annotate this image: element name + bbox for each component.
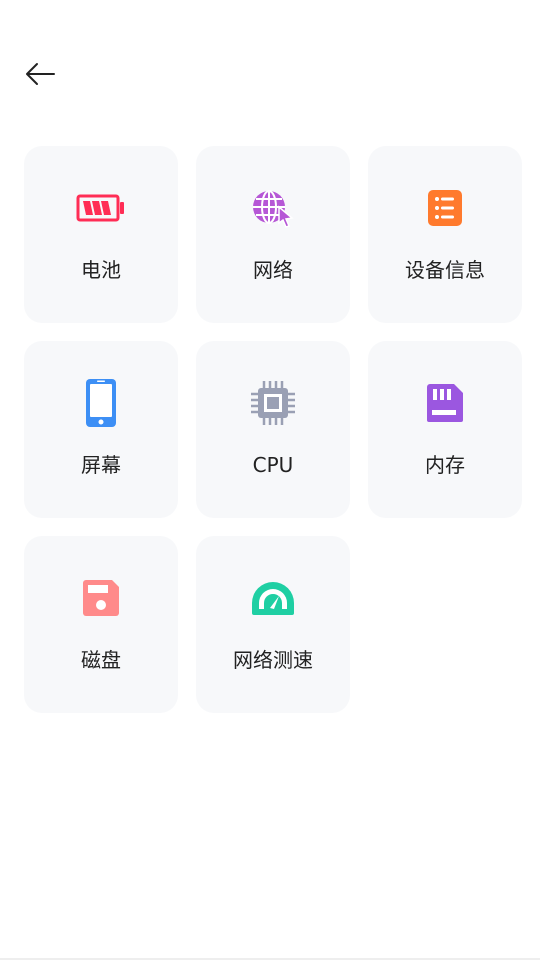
screen-card[interactable]: 屏幕: [24, 341, 178, 518]
memory-card[interactable]: 内存: [368, 341, 522, 518]
network-label: 网络: [253, 258, 293, 282]
globe-cursor-icon: [247, 182, 299, 234]
arrow-left-icon: [26, 63, 55, 85]
back-button[interactable]: [20, 54, 60, 94]
battery-icon: [75, 182, 127, 234]
phone-icon: [75, 377, 127, 429]
device-info-label: 设备信息: [405, 258, 485, 282]
disk-card[interactable]: 磁盘: [24, 536, 178, 713]
speedometer-icon: [247, 572, 299, 624]
battery-label: 电池: [81, 258, 121, 282]
speed-test-card[interactable]: 网络测速: [196, 536, 350, 713]
chip-icon: [247, 377, 299, 429]
list-icon: [419, 182, 471, 234]
speed-test-label: 网络测速: [233, 648, 313, 672]
disk-label: 磁盘: [81, 648, 121, 672]
floppy-disk-icon: [75, 572, 127, 624]
cpu-card[interactable]: CPU: [196, 341, 350, 518]
network-card[interactable]: 网络: [196, 146, 350, 323]
memory-label: 内存: [425, 453, 465, 477]
device-info-card[interactable]: 设备信息: [368, 146, 522, 323]
battery-card[interactable]: 电池: [24, 146, 178, 323]
feature-grid: 电池 网络 设备信息 屏幕 CPU 内存 磁盘 网络测速: [24, 146, 522, 713]
screen-label: 屏幕: [81, 453, 121, 477]
sd-card-icon: [419, 377, 471, 429]
cpu-label: CPU: [252, 453, 294, 477]
